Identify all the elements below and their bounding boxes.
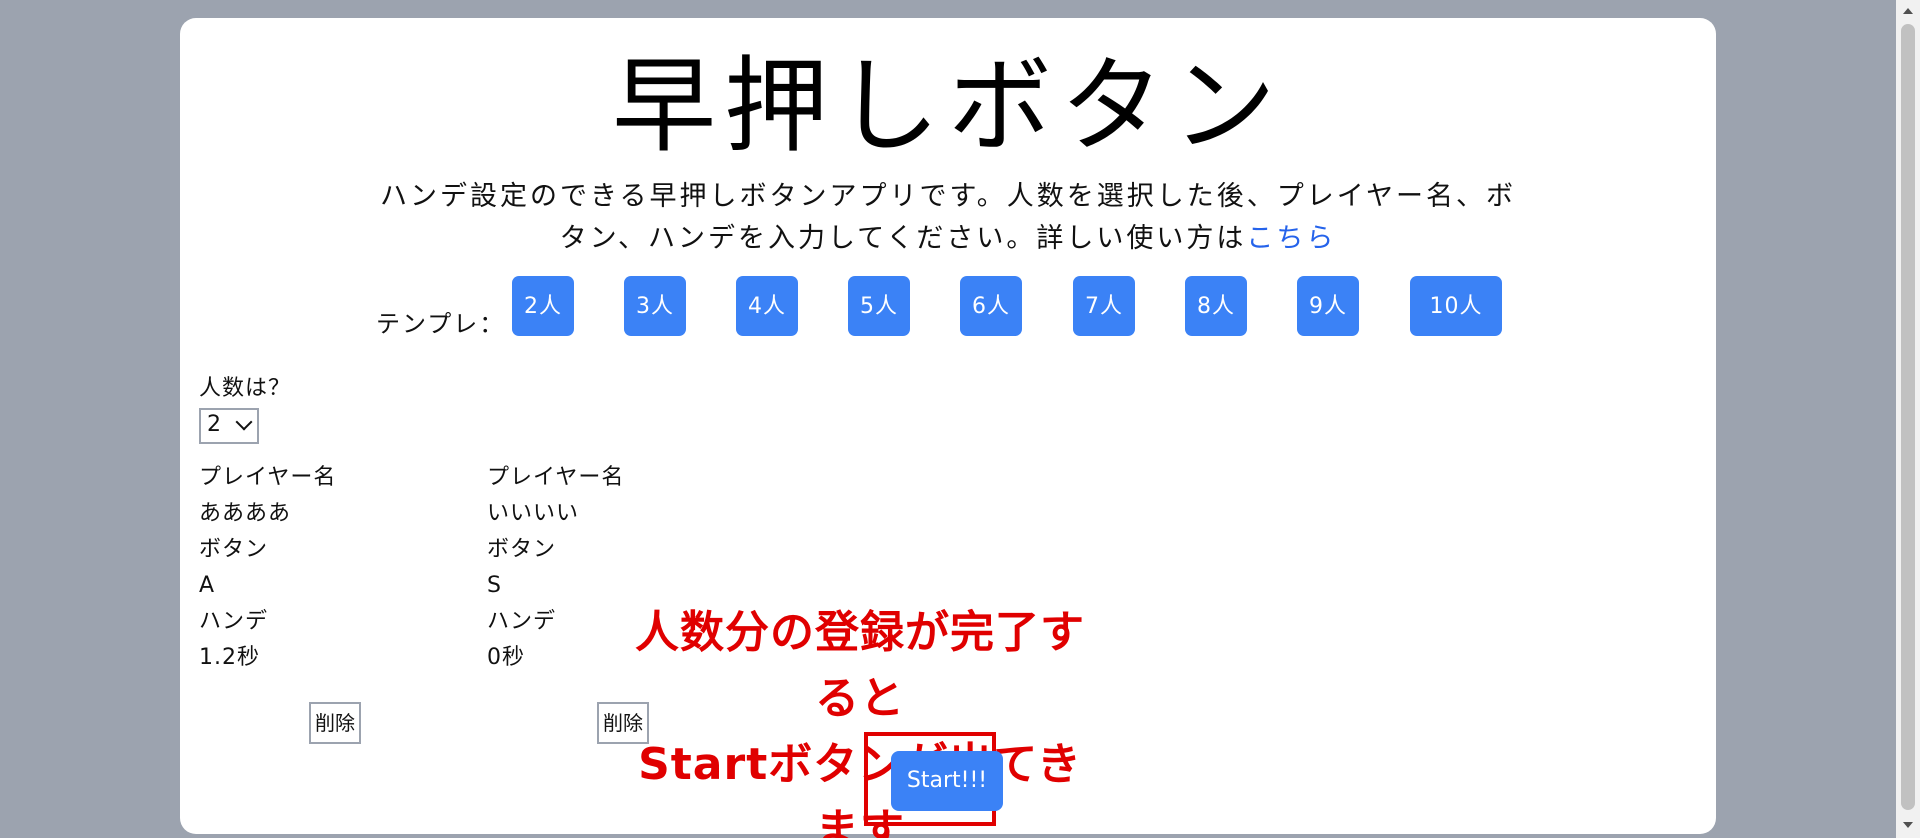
scroll-up-icon[interactable] [1903, 8, 1913, 14]
player-button[interactable]: S [487, 568, 707, 604]
player-button-label: ボタン [199, 537, 269, 562]
app-description: ハンデ設定のできる早押しボタンアプリです。人数を選択した後、プレイヤー名、ボタン… [370, 176, 1526, 260]
template-4-button[interactable]: 4人 [736, 276, 798, 336]
template-8-button[interactable]: 8人 [1185, 276, 1247, 336]
player-count-value: 2 [207, 412, 221, 437]
player-name[interactable]: いいいい [487, 496, 707, 532]
template-10-button[interactable]: 10人 [1410, 276, 1502, 336]
annotation-line-1: 人数分の登録が完了すると [635, 607, 1085, 724]
player-handicap-label: ハンデ [199, 609, 269, 634]
delete-player-1-button[interactable]: 削除 [309, 702, 361, 744]
scrollbar-thumb[interactable] [1901, 24, 1915, 810]
player-name-label: プレイヤー名 [199, 465, 337, 490]
template-2-button[interactable]: 2人 [512, 276, 574, 336]
template-5-button[interactable]: 5人 [848, 276, 910, 336]
usage-link[interactable]: こちら [1246, 223, 1336, 254]
chevron-down-icon [235, 413, 253, 431]
player-button-label: ボタン [487, 537, 557, 562]
annotation-line-2: Startボタンが出てきます [638, 739, 1082, 838]
template-9-button[interactable]: 9人 [1297, 276, 1359, 336]
player-handicap[interactable]: 1.2秒 [199, 640, 419, 676]
start-annotation: 人数分の登録が完了すると Startボタンが出てきます [630, 600, 1090, 838]
start-button[interactable]: Start!!! [891, 751, 1003, 811]
template-3-button[interactable]: 3人 [624, 276, 686, 336]
page: 早押しボタン ハンデ設定のできる早押しボタンアプリです。人数を選択した後、プレイ… [0, 0, 1920, 838]
description-text: ハンデ設定のできる早押しボタンアプリです。人数を選択した後、プレイヤー名、ボタン… [380, 181, 1516, 254]
player-button[interactable]: A [199, 568, 419, 604]
player-1: プレイヤー名 ああああ ボタン A ハンデ 1.2秒 [199, 460, 419, 676]
template-7-button[interactable]: 7人 [1073, 276, 1135, 336]
scroll-down-icon[interactable] [1903, 822, 1913, 828]
page-title: 早押しボタン [611, 45, 1284, 167]
player-name-label: プレイヤー名 [487, 465, 625, 490]
player-count-label: 人数は？ [199, 376, 292, 401]
template-6-button[interactable]: 6人 [960, 276, 1022, 336]
template-label: テンプレ： [376, 310, 506, 338]
player-name[interactable]: ああああ [199, 496, 419, 532]
main-card: 早押しボタン ハンデ設定のできる早押しボタンアプリです。人数を選択した後、プレイ… [180, 18, 1716, 838]
vertical-scrollbar[interactable] [1896, 0, 1920, 838]
player-count-select[interactable]: 2 [199, 408, 259, 444]
